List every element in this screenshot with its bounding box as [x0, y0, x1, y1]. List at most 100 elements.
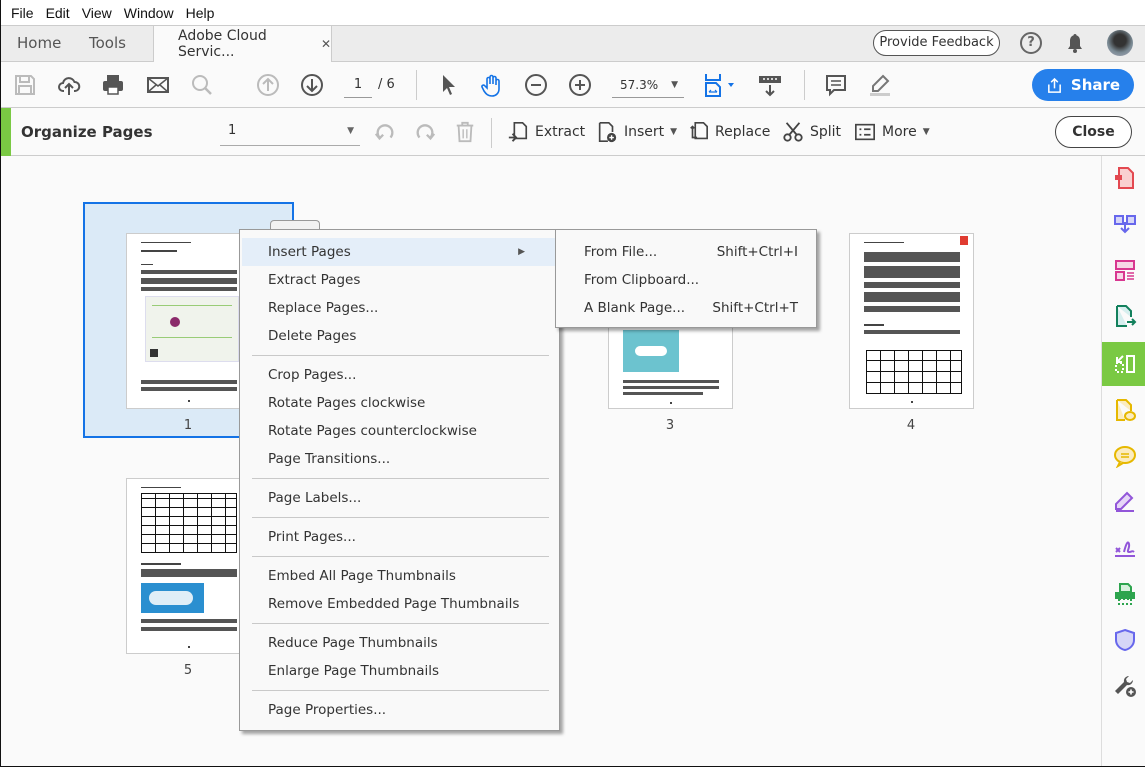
hand-tool-icon[interactable]	[480, 73, 504, 97]
menu-separator	[252, 556, 549, 557]
menu-item-page-transitions[interactable]: Page Transitions...	[242, 445, 557, 473]
menu-separator	[252, 355, 549, 356]
scan-ocr-tool[interactable]	[1102, 574, 1145, 614]
menu-item-embed-thumbnails[interactable]: Embed All Page Thumbnails	[242, 562, 557, 590]
chevron-down-icon: ▼	[670, 127, 678, 137]
highlight-pen-icon[interactable]	[868, 73, 892, 97]
create-pdf-tool[interactable]	[1102, 158, 1145, 198]
menu-help[interactable]: Help	[180, 5, 221, 21]
tab-document[interactable]: Adobe Cloud Servic... ✕	[153, 26, 332, 62]
shortcut-label: Shift+Ctrl+I	[716, 244, 798, 260]
menu-bar: File Edit View Window Help	[1, 0, 1145, 26]
tab-tools[interactable]: Tools	[89, 26, 126, 62]
page-range-select[interactable]: 1 ▼	[220, 120, 360, 146]
rotate-clockwise-icon[interactable]	[414, 120, 436, 144]
menu-item-delete-pages[interactable]: Delete Pages	[242, 322, 557, 350]
organize-pages-title: Organize Pages	[21, 123, 153, 141]
zoom-level-select[interactable]: 57.3% ▼	[612, 74, 684, 98]
menu-separator	[252, 517, 549, 518]
organize-pages-icon	[1114, 355, 1135, 373]
request-signature-tool[interactable]	[1102, 528, 1145, 568]
menu-item-reduce-thumbnails[interactable]: Reduce Page Thumbnails	[242, 629, 557, 657]
print-icon[interactable]	[101, 73, 125, 97]
page-thumbnail-5[interactable]	[126, 478, 251, 654]
menu-item-page-labels[interactable]: Page Labels...	[242, 484, 557, 512]
menu-item-remove-embedded-thumbnails[interactable]: Remove Embedded Page Thumbnails	[242, 590, 557, 618]
menu-item-page-properties[interactable]: Page Properties...	[242, 696, 557, 724]
more-button[interactable]: More ▼	[854, 120, 930, 144]
zoom-out-icon[interactable]	[524, 73, 548, 97]
submenu-item-blank-page[interactable]: A Blank Page... Shift+Ctrl+T	[558, 294, 814, 322]
zoom-in-icon[interactable]	[568, 73, 592, 97]
menu-file[interactable]: File	[5, 5, 40, 21]
email-icon[interactable]	[146, 73, 170, 97]
menu-item-rotate-counterclockwise[interactable]: Rotate Pages counterclockwise	[242, 417, 557, 445]
toolbar-divider	[491, 118, 492, 148]
comment-icon[interactable]	[824, 73, 848, 97]
menu-item-replace-pages[interactable]: Replace Pages...	[242, 294, 557, 322]
menu-separator	[252, 478, 549, 479]
page-total: / 6	[378, 77, 395, 92]
share-button[interactable]: Share	[1032, 69, 1134, 101]
tab-home[interactable]: Home	[17, 26, 61, 62]
more-label: More	[882, 124, 917, 140]
menu-separator	[252, 623, 549, 624]
wrench-add-icon	[1114, 675, 1136, 697]
toolbar-divider	[416, 70, 417, 100]
menu-window[interactable]: Window	[118, 5, 180, 21]
extract-button[interactable]: Extract	[507, 120, 585, 144]
fill-sign-tool[interactable]	[1102, 482, 1145, 522]
next-page-icon[interactable]	[300, 73, 324, 97]
menu-edit[interactable]: Edit	[40, 5, 76, 21]
notifications-bell-icon[interactable]	[1065, 32, 1085, 54]
more-options-icon	[855, 123, 875, 141]
close-tab-icon[interactable]: ✕	[321, 37, 331, 51]
scroll-mode-icon[interactable]	[758, 73, 782, 97]
user-avatar[interactable]	[1107, 30, 1133, 56]
submenu-item-from-clipboard[interactable]: From Clipboard...	[558, 266, 814, 294]
more-tools[interactable]	[1102, 666, 1145, 706]
search-icon[interactable]	[190, 73, 214, 97]
edit-pdf-icon	[1114, 260, 1135, 281]
organize-pages-toolbar: Organize Pages 1 ▼ Extract Insert ▼ Repl…	[1, 108, 1145, 156]
edit-pdf-tool[interactable]	[1102, 250, 1145, 290]
zoom-level-value: 57.3%	[620, 78, 659, 92]
menu-item-insert-pages[interactable]: Insert Pages ▶	[242, 238, 557, 266]
fill-sign-pen-icon	[1114, 491, 1134, 512]
insert-button[interactable]: Insert ▼	[596, 120, 677, 144]
split-label: Split	[810, 124, 842, 140]
signature-icon	[1114, 541, 1135, 557]
close-organize-button[interactable]: Close	[1055, 116, 1132, 148]
page-number-input[interactable]: 1	[344, 74, 372, 98]
delete-trash-icon[interactable]	[454, 120, 476, 144]
menu-item-enlarge-thumbnails[interactable]: Enlarge Page Thumbnails	[242, 657, 557, 685]
organize-pages-tool[interactable]	[1102, 342, 1145, 386]
menu-view[interactable]: View	[76, 5, 118, 21]
previous-page-icon[interactable]	[256, 73, 280, 97]
provide-feedback-button[interactable]: Provide Feedback	[873, 30, 1000, 56]
submenu-item-from-file[interactable]: From File... Shift+Ctrl+I	[558, 238, 814, 266]
page-thumbnail-4[interactable]	[849, 233, 974, 409]
menu-item-extract-pages[interactable]: Extract Pages	[242, 266, 557, 294]
fit-page-icon[interactable]	[703, 73, 739, 97]
tab-document-title: Adobe Cloud Servic...	[178, 28, 267, 60]
select-cursor-icon[interactable]	[437, 73, 461, 97]
split-button[interactable]: Split	[782, 120, 841, 144]
menu-item-crop-pages[interactable]: Crop Pages...	[242, 361, 557, 389]
replace-button[interactable]: Replace	[687, 120, 770, 144]
comment-tool[interactable]	[1102, 436, 1145, 476]
page-thumbnail-1[interactable]	[126, 233, 251, 409]
rotate-counterclockwise-icon[interactable]	[374, 120, 396, 144]
combine-files-tool[interactable]	[1102, 204, 1145, 244]
comment-pdf-tool[interactable]	[1102, 390, 1145, 430]
organize-accent-bar	[1, 108, 11, 156]
shortcut-label: Shift+Ctrl+T	[712, 300, 798, 316]
page-context-menu: Insert Pages ▶ Extract Pages Replace Pag…	[239, 229, 560, 731]
help-icon[interactable]: ?	[1020, 32, 1042, 54]
save-icon[interactable]	[13, 73, 37, 97]
protect-tool[interactable]	[1102, 620, 1145, 660]
menu-item-print-pages[interactable]: Print Pages...	[242, 523, 557, 551]
export-pdf-tool[interactable]	[1102, 296, 1145, 336]
menu-item-rotate-clockwise[interactable]: Rotate Pages clockwise	[242, 389, 557, 417]
cloud-upload-icon[interactable]	[57, 73, 81, 97]
